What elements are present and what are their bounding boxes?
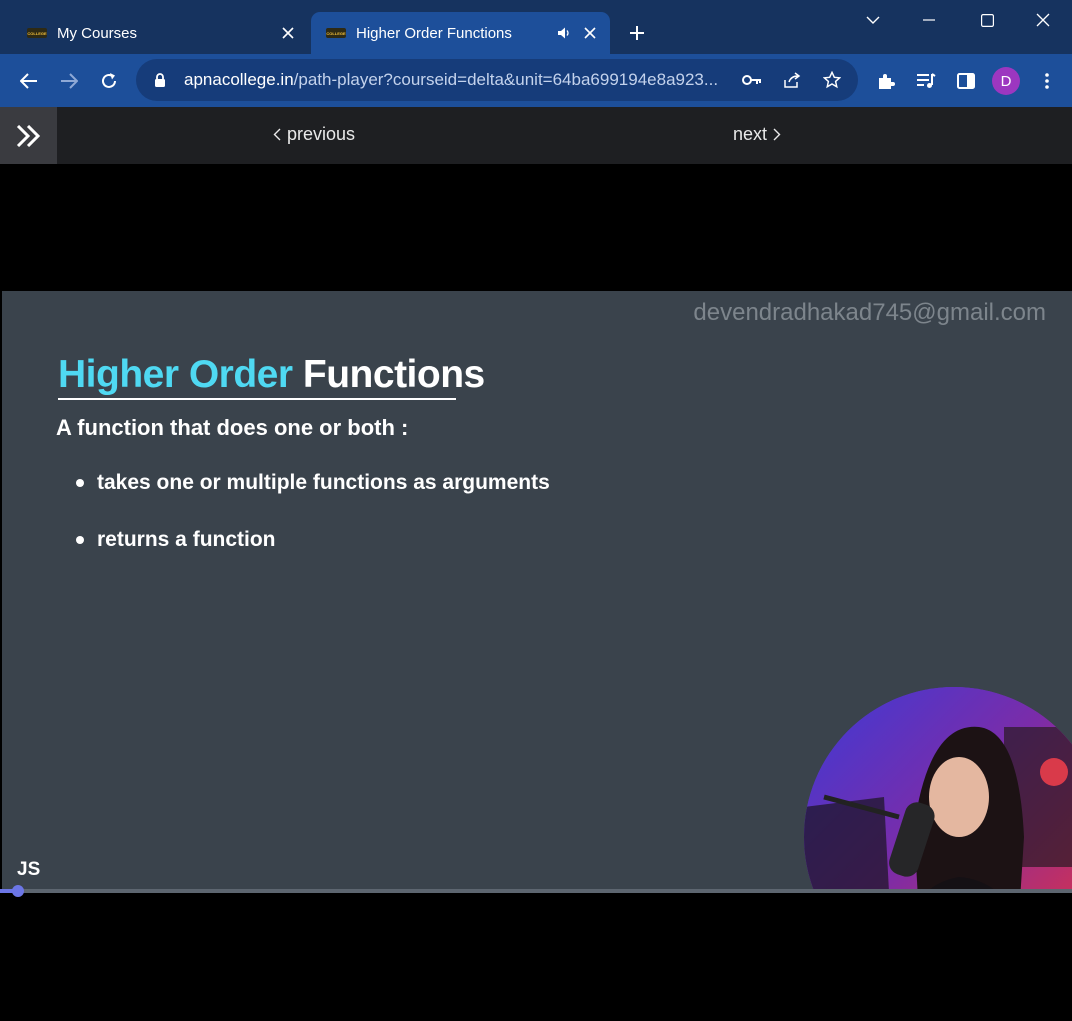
more-icon xyxy=(1045,73,1049,89)
url-host: apnacollege.in xyxy=(184,70,294,89)
key-icon[interactable] xyxy=(736,64,768,96)
forward-arrow-icon xyxy=(61,73,78,89)
previous-button[interactable]: previous xyxy=(273,124,355,145)
list-item: takes one or multiple functions as argum… xyxy=(76,471,550,495)
list-item: returns a function xyxy=(76,528,276,552)
sidebar-toggle-button[interactable] xyxy=(0,107,57,164)
chevron-down-icon xyxy=(866,16,880,24)
back-arrow-icon xyxy=(20,73,37,89)
maximize-button[interactable] xyxy=(958,0,1016,40)
title-rest: Functions xyxy=(302,353,485,396)
reload-button[interactable] xyxy=(94,66,124,96)
new-tab-button[interactable] xyxy=(624,20,650,46)
url-path: /path-player?courseid=delta&unit=64ba699… xyxy=(293,70,719,89)
window-close-icon xyxy=(1036,13,1050,27)
college-favicon-icon: COLLEGE xyxy=(326,28,346,38)
speaker-icon[interactable] xyxy=(554,23,574,43)
progress-track[interactable] xyxy=(0,889,1072,893)
menu-button[interactable] xyxy=(1032,66,1062,96)
star-icon[interactable] xyxy=(816,64,848,96)
side-panel-button[interactable] xyxy=(951,66,981,96)
bullet-icon xyxy=(76,536,84,544)
title-underline xyxy=(58,398,456,400)
media-icon xyxy=(917,73,936,88)
tab-higher-order-functions[interactable]: COLLEGE Higher Order Functions xyxy=(311,12,610,54)
extensions-icon xyxy=(879,74,895,89)
tab-title: Higher Order Functions xyxy=(356,24,512,42)
reload-icon xyxy=(102,73,116,88)
share-icon[interactable] xyxy=(776,64,808,96)
minimize-icon xyxy=(923,19,935,21)
address-bar[interactable]: apnacollege.in/path-player?courseid=delt… xyxy=(136,59,858,101)
back-button[interactable] xyxy=(14,66,44,96)
watermark: devendradhakad745@gmail.com xyxy=(693,299,1046,326)
plus-icon xyxy=(630,26,644,40)
next-label: next xyxy=(733,124,768,144)
sidepanel-icon xyxy=(957,73,975,89)
next-button[interactable]: next xyxy=(733,124,781,145)
slide-subtitle: A function that does one or both : xyxy=(56,415,409,440)
tab-title: My Courses xyxy=(57,24,138,42)
chevron-right-icon xyxy=(773,128,781,141)
avatar[interactable]: D xyxy=(992,67,1020,95)
url-text[interactable]: apnacollege.in/path-player?courseid=delt… xyxy=(184,70,736,90)
js-tag: JS xyxy=(17,859,41,880)
tab-my-courses[interactable]: COLLEGE My Courses xyxy=(12,12,308,54)
minimize-button[interactable] xyxy=(900,0,958,40)
bullet-icon xyxy=(76,479,84,487)
college-favicon-icon: COLLEGE xyxy=(27,28,47,38)
forward-button[interactable] xyxy=(54,66,84,96)
double-chevron-right-icon xyxy=(16,124,40,147)
title-highlight: Higher Order xyxy=(58,353,293,396)
bullet-text: takes one or multiple functions as argum… xyxy=(97,471,550,494)
tab-search-button[interactable] xyxy=(844,0,902,40)
chevron-left-icon xyxy=(273,128,281,141)
window-close-button[interactable] xyxy=(1014,0,1072,40)
close-icon[interactable] xyxy=(276,21,300,45)
bullet-text: returns a function xyxy=(97,528,276,551)
instructor-image xyxy=(804,687,1072,891)
slide-title: Higher Order Functions xyxy=(58,353,485,397)
previous-label: previous xyxy=(287,124,356,144)
extensions-button[interactable] xyxy=(871,66,901,96)
close-icon[interactable] xyxy=(578,21,602,45)
maximize-icon xyxy=(980,13,994,27)
instructor-webcam xyxy=(804,687,1072,891)
lecture-slide: devendradhakad745@gmail.com Higher Order… xyxy=(2,291,1072,891)
course-navigation-bar xyxy=(0,107,1072,164)
lock-icon[interactable] xyxy=(144,64,176,96)
progress-scrubber[interactable] xyxy=(12,885,24,897)
media-button[interactable] xyxy=(911,66,941,96)
